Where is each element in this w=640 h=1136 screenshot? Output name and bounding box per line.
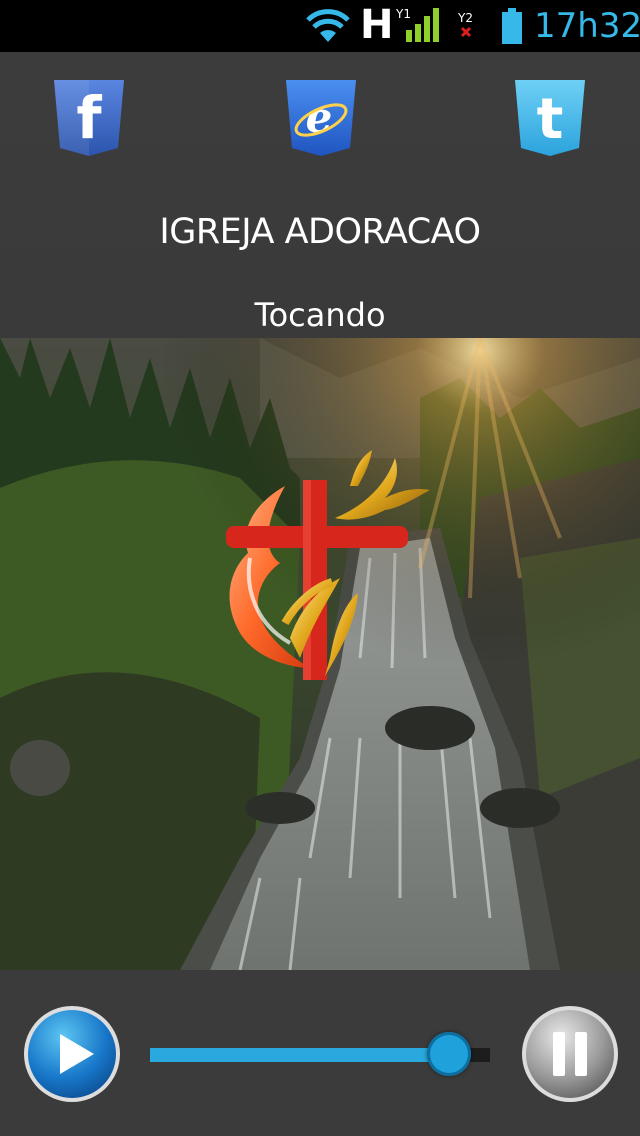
network-type: H [360,2,394,48]
player-controls [0,970,640,1136]
header: f e t IGREJA ADORACAO Tocando [0,52,640,338]
waterfall-background-image [0,338,640,970]
facebook-button[interactable]: f [54,80,124,156]
pause-icon [522,1006,618,1102]
volume-fill [150,1048,450,1062]
internet-explorer-icon: e [286,80,356,156]
volume-thumb[interactable] [427,1032,472,1076]
play-button[interactable] [22,1004,122,1104]
website-button[interactable]: e [286,80,356,156]
svg-text:f: f [76,84,102,152]
wifi-icon [306,9,350,42]
status-bar: H Y1 Y2 17h32 [0,0,640,52]
volume-slider[interactable] [150,1032,490,1076]
pause-button[interactable] [520,1004,620,1104]
svg-text:Y1: Y1 [395,7,411,21]
twitter-button[interactable]: t [515,80,585,156]
signal-sim1-icon: Y1 [395,7,439,42]
station-title: IGREJA ADORACAO [159,212,481,252]
playback-status: Tocando [254,296,386,334]
play-icon [24,1006,120,1102]
clock: 17h32 [534,6,640,46]
signal-sim2-icon: Y2 [457,11,473,38]
facebook-icon: f [54,80,124,156]
svg-text:Y2: Y2 [457,11,473,25]
station-artwork [0,338,640,970]
svg-text:t: t [537,87,564,152]
twitter-icon: t [515,80,585,156]
battery-icon [502,8,522,44]
